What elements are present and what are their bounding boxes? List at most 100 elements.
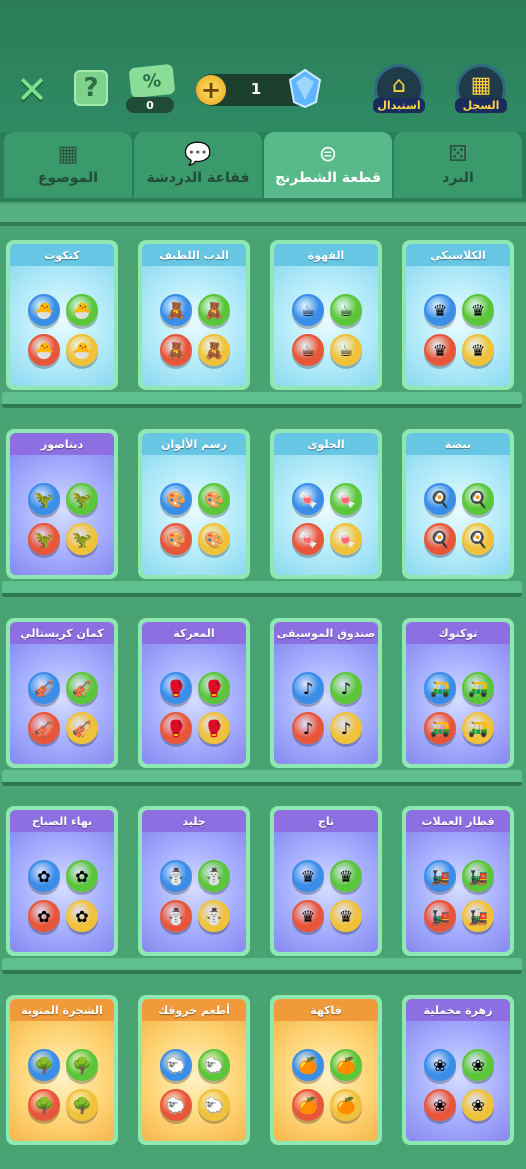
history-button[interactable]: ▦ السجل (455, 64, 507, 114)
piece-preview-icon: 🍊 (330, 1049, 362, 1081)
piece-preview-icon: 🥊 (198, 712, 230, 744)
piece-skin-card[interactable]: الشجرة المتوية 🌳 🌳 🌳 🌳 (6, 995, 118, 1145)
card-preview: ⛄ ⛄ ⛄ ⛄ (142, 832, 246, 952)
piece-skin-card[interactable]: الدب اللطيف 🧸 🧸 🧸 🧸 (138, 240, 250, 390)
piece-skin-card[interactable]: ديناصور 🦖 🦖 🦖 🦖 (6, 429, 118, 579)
help-button[interactable]: ? (74, 70, 108, 106)
shelf-ledge (2, 958, 522, 974)
card-preview: ☕ ☕ ☕ ☕ (274, 266, 378, 386)
card-preview: 🍊 🍊 🍊 🍊 (274, 1021, 378, 1141)
piece-skin-card[interactable]: الحلوى 🍬 🍬 🍬 🍬 (270, 429, 382, 579)
card-title: الحلوى (274, 433, 378, 455)
piece-preview-icon: ♪ (330, 712, 362, 744)
piece-skin-card[interactable]: الكلاسيكي ♛ ♛ ♛ ♛ (402, 240, 514, 390)
close-icon[interactable]: ✕ (14, 71, 50, 109)
add-gems-button[interactable]: + (196, 75, 226, 105)
piece-preview-icon: 🦖 (66, 523, 98, 555)
piece-skin-card[interactable]: القهوة ☕ ☕ ☕ ☕ (270, 240, 382, 390)
piece-preview-icon: 🛺 (462, 672, 494, 704)
piece-preview-icon: ♛ (424, 294, 456, 326)
piece-skin-card[interactable]: أطعم خروفك 🐑 🐑 🐑 🐑 (138, 995, 250, 1145)
tab-dice[interactable]: ⚄ النرد (394, 132, 522, 198)
piece-preview-icon: 🐑 (160, 1089, 192, 1121)
piece-preview-icon: 🎻 (66, 712, 98, 744)
card-title: ديناصور (10, 433, 114, 455)
card-title: كتكوت (10, 244, 114, 266)
piece-skin-card[interactable]: فاكهة 🍊 🍊 🍊 🍊 (270, 995, 382, 1145)
piece-preview-icon: 🐑 (198, 1049, 230, 1081)
tab-chat-bubble[interactable]: 💬 فقاعة الدردشة (134, 132, 262, 198)
piece-preview-icon: 🚂 (462, 900, 494, 932)
card-title: صندوق الموسيقى (274, 622, 378, 644)
card-inner: الشجرة المتوية 🌳 🌳 🌳 🌳 (10, 999, 114, 1141)
coupon-icon[interactable]: % (128, 63, 176, 99)
piece-preview-icon: ♛ (330, 860, 362, 892)
piece-skin-card[interactable]: كمان كريستالي 🎻 🎻 🎻 🎻 (6, 618, 118, 768)
card-preview: 🎨 🎨 🎨 🎨 (142, 455, 246, 575)
piece-skin-card[interactable]: صندوق الموسيقى ♪ ♪ ♪ ♪ (270, 618, 382, 768)
piece-preview-icon: ♛ (292, 900, 324, 932)
card-title: كمان كريستالي (10, 622, 114, 644)
piece-preview-icon: 🍬 (330, 523, 362, 555)
piece-skin-card[interactable]: بهاء الصباح ✿ ✿ ✿ ✿ (6, 806, 118, 956)
piece-skin-card[interactable]: رسم الألوان 🎨 🎨 🎨 🎨 (138, 429, 250, 579)
piece-preview-icon: ♛ (462, 294, 494, 326)
card-inner: صندوق الموسيقى ♪ ♪ ♪ ♪ (274, 622, 378, 764)
piece-preview-icon: 🎻 (66, 672, 98, 704)
card-inner: القهوة ☕ ☕ ☕ ☕ (274, 244, 378, 386)
card-inner: بهاء الصباح ✿ ✿ ✿ ✿ (10, 810, 114, 952)
piece-preview-icon: 🧸 (198, 334, 230, 366)
piece-preview-icon: 🌳 (66, 1049, 98, 1081)
card-inner: قطار العملات 🚂 🚂 🚂 🚂 (406, 810, 510, 952)
piece-skin-card[interactable]: جليد ⛄ ⛄ ⛄ ⛄ (138, 806, 250, 956)
card-inner: كتكوت 🐣 🐣 🐣 🐣 (10, 244, 114, 386)
card-title: قطار العملات (406, 810, 510, 832)
piece-preview-icon: 🍳 (424, 483, 456, 515)
exchange-button[interactable]: ⌂ استبدال (373, 64, 425, 114)
history-icon: ▦ (470, 72, 492, 98)
piece-preview-icon: 🐣 (66, 294, 98, 326)
card-preview: 🛺 🛺 🛺 🛺 (406, 644, 510, 764)
card-title: جليد (142, 810, 246, 832)
card-preview: 🐣 🐣 🐣 🐣 (10, 266, 114, 386)
piece-skin-card[interactable]: بيضة 🍳 🍳 🍳 🍳 (402, 429, 514, 579)
piece-skin-card[interactable]: المعركة 🥊 🥊 🥊 🥊 (138, 618, 250, 768)
tab-theme[interactable]: ▦ الموضوع (4, 132, 132, 198)
piece-preview-icon: 🍊 (292, 1089, 324, 1121)
card-preview: ❀ ❀ ❀ ❀ (406, 1021, 510, 1141)
tab-label: فقاعة الدردشة (146, 170, 250, 186)
piece-skin-card[interactable]: زهرة مخملية ❀ ❀ ❀ ❀ (402, 995, 514, 1145)
piece-preview-icon: 🚂 (424, 860, 456, 892)
chat-icon: 💬 (184, 142, 212, 167)
card-title: أطعم خروفك (142, 999, 246, 1021)
card-inner: الدب اللطيف 🧸 🧸 🧸 🧸 (142, 244, 246, 386)
piece-preview-icon: ⛄ (198, 900, 230, 932)
piece-skin-card[interactable]: تاج ♛ ♛ ♛ ♛ (270, 806, 382, 956)
piece-preview-icon: ❀ (424, 1089, 456, 1121)
piece-preview-icon: ✿ (66, 900, 98, 932)
tab-chess-piece[interactable]: ⊜ قطعة الشطرنج (264, 132, 392, 198)
piece-preview-icon: 🐑 (198, 1089, 230, 1121)
piece-skin-card[interactable]: كتكوت 🐣 🐣 🐣 🐣 (6, 240, 118, 390)
card-preview: ♛ ♛ ♛ ♛ (274, 832, 378, 952)
piece-preview-icon: 🛺 (424, 672, 456, 704)
piece-preview-icon: ❀ (424, 1049, 456, 1081)
card-inner: الكلاسيكي ♛ ♛ ♛ ♛ (406, 244, 510, 386)
piece-preview-icon: ♪ (292, 712, 324, 744)
piece-preview-icon: ✿ (28, 900, 60, 932)
piece-preview-icon: ❀ (462, 1049, 494, 1081)
piece-preview-icon: 🥊 (160, 712, 192, 744)
piece-skin-card[interactable]: توكتوك 🛺 🛺 🛺 🛺 (402, 618, 514, 768)
card-inner: بيضة 🍳 🍳 🍳 🍳 (406, 433, 510, 575)
tab-label: الموضوع (37, 170, 99, 186)
card-preview: ♛ ♛ ♛ ♛ (406, 266, 510, 386)
top-bar: ✕ ? % 0 + 1 ⌂ استبدال ▦ السجل (0, 0, 526, 132)
piece-preview-icon: ⛄ (160, 900, 192, 932)
piece-skin-card[interactable]: قطار العملات 🚂 🚂 🚂 🚂 (402, 806, 514, 956)
piece-preview-icon: 🍬 (292, 483, 324, 515)
card-preview: 🥊 🥊 🥊 🥊 (142, 644, 246, 764)
piece-preview-icon: 🌳 (28, 1089, 60, 1121)
piece-preview-icon: 🛺 (462, 712, 494, 744)
piece-preview-icon: ☕ (330, 294, 362, 326)
piece-preview-icon: ✿ (66, 860, 98, 892)
